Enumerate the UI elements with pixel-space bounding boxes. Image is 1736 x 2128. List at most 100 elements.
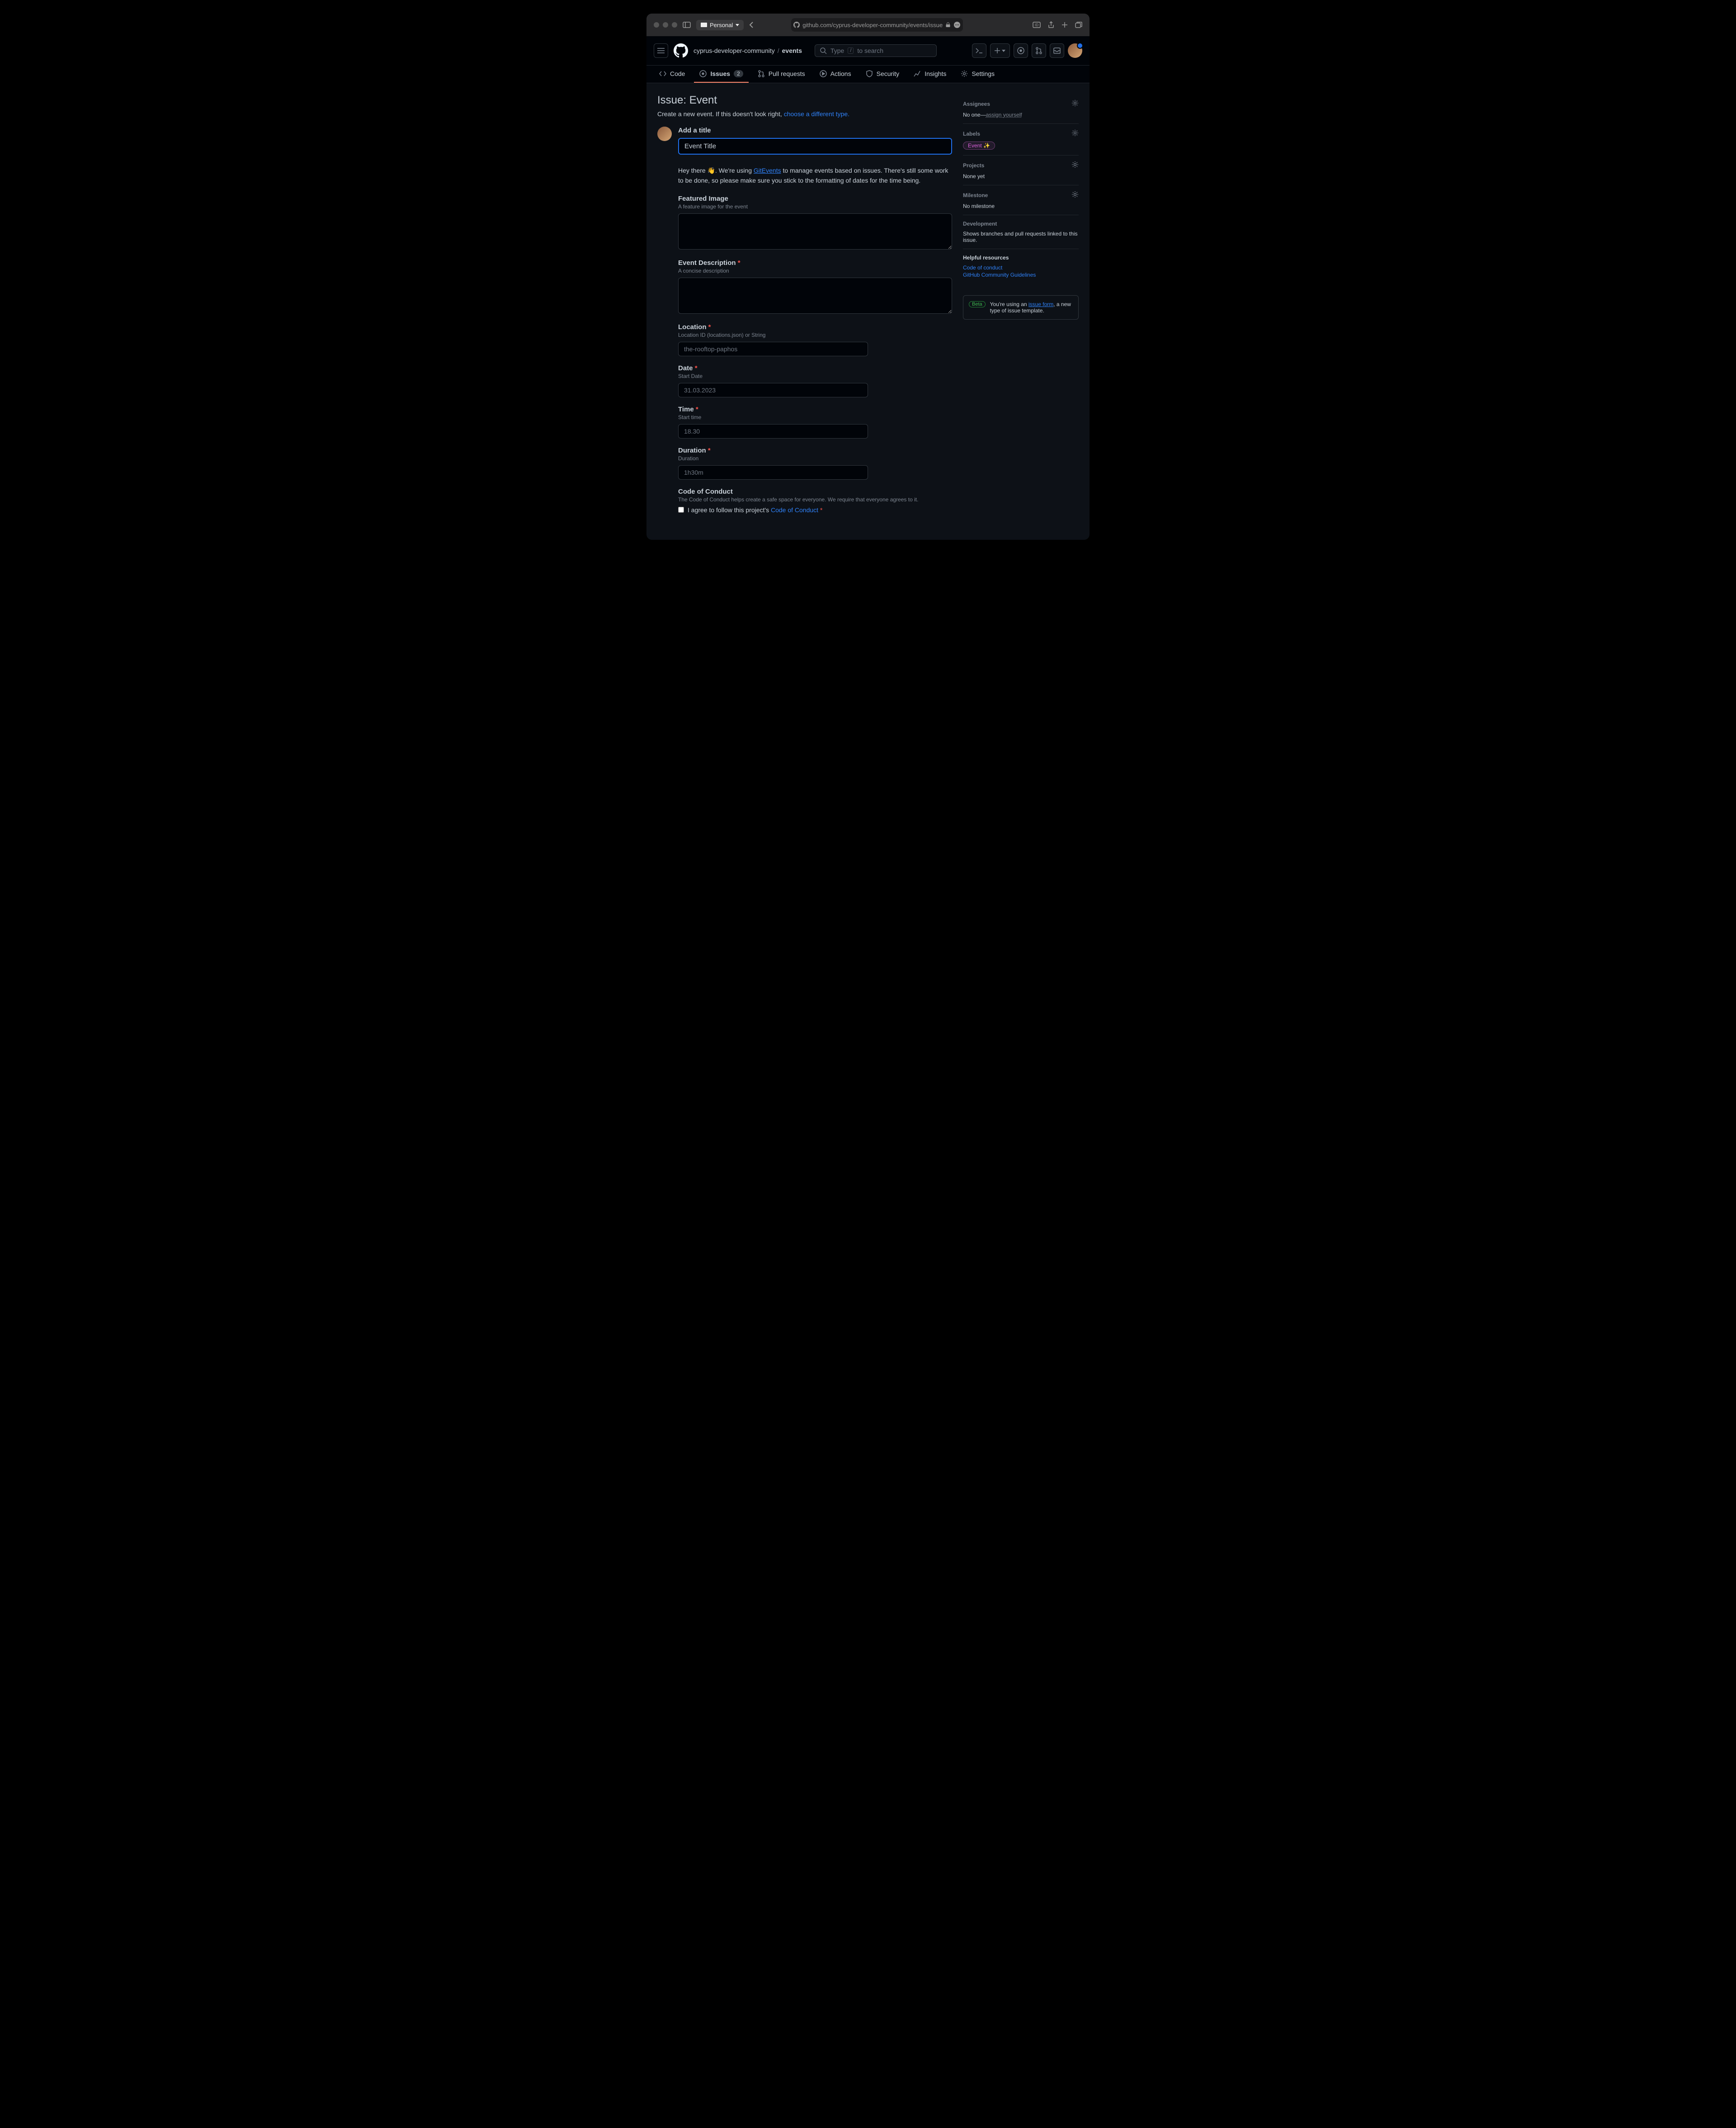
maximize-window-button[interactable] — [672, 22, 677, 28]
page-subtitle: Create a new event. If this doesn't look… — [657, 110, 952, 118]
issues-button[interactable] — [1014, 43, 1028, 58]
tab-actions[interactable]: Actions — [814, 66, 857, 83]
title-label: Add a title — [678, 127, 952, 134]
location-desc: Location ID (locations.json) or String — [678, 332, 952, 338]
author-avatar — [657, 127, 672, 141]
app-window: Personal github.com/cyprus-developer-com… — [646, 14, 1090, 540]
search-suffix: to search — [857, 47, 883, 54]
featured-image-input[interactable] — [678, 213, 952, 250]
graph-icon — [914, 70, 921, 77]
location-input[interactable] — [678, 342, 868, 356]
milestone-content: No milestone — [963, 203, 1079, 209]
repo-nav: Code Issues 2 Pull requests Actions Secu… — [646, 66, 1090, 83]
inbox-button[interactable] — [1050, 43, 1064, 58]
more-icon[interactable] — [953, 21, 961, 28]
coc-link[interactable]: Code of Conduct — [771, 506, 818, 514]
code-icon — [659, 70, 666, 77]
milestone-title: Milestone — [963, 192, 988, 198]
shield-icon — [866, 70, 873, 77]
tab-code[interactable]: Code — [654, 66, 690, 83]
tab-insights[interactable]: Insights — [908, 66, 952, 83]
labels-gear-icon[interactable] — [1071, 129, 1079, 138]
guidelines-link[interactable]: GitHub Community Guidelines — [963, 272, 1079, 278]
labels-title: Labels — [963, 131, 980, 137]
projects-gear-icon[interactable] — [1071, 161, 1079, 170]
search-prefix: Type — [830, 47, 844, 54]
location-label: Location * — [678, 323, 952, 331]
tab-pulls[interactable]: Pull requests — [752, 66, 811, 83]
time-input[interactable] — [678, 424, 868, 439]
coc-checkbox-row[interactable]: I agree to follow this project's Code of… — [678, 506, 952, 514]
assign-yourself-link[interactable]: assign yourself — [986, 112, 1022, 118]
date-input[interactable] — [678, 383, 868, 397]
lock-icon — [945, 22, 951, 28]
duration-label: Duration * — [678, 447, 952, 454]
reader-icon[interactable]: ID — [1033, 21, 1041, 28]
featured-image-desc: A feature image for the event — [678, 203, 952, 210]
breadcrumb-owner[interactable]: cyprus-developer-community — [693, 47, 775, 54]
sidebar: Assignees No one—assign yourself Labels … — [963, 94, 1079, 522]
close-window-button[interactable] — [654, 22, 659, 28]
browser-profile-button[interactable]: Personal — [696, 20, 744, 30]
tab-security[interactable]: Security — [860, 66, 905, 83]
breadcrumb-sep: / — [778, 47, 779, 54]
play-icon — [820, 70, 827, 77]
development-title: Development — [963, 221, 997, 227]
browser-bar: Personal github.com/cyprus-developer-com… — [646, 14, 1090, 36]
github-logo[interactable] — [674, 43, 688, 58]
resources-title: Helpful resources — [963, 255, 1079, 261]
beta-callout: Beta You're using an issue form, a new t… — [963, 295, 1079, 320]
description-desc: A concise description — [678, 268, 952, 274]
description-input[interactable] — [678, 278, 952, 314]
development-content: Shows branches and pull requests linked … — [963, 231, 1079, 243]
coc-checkbox[interactable] — [678, 507, 684, 513]
search-kbd: / — [848, 47, 854, 54]
sidebar-toggle-icon[interactable] — [683, 22, 691, 28]
intro-text: Hey there 👋. We're using GitEvents to ma… — [678, 165, 952, 186]
browser-profile-label: Personal — [710, 22, 733, 28]
hamburger-menu[interactable] — [654, 43, 668, 58]
assignees-gear-icon[interactable] — [1071, 99, 1079, 108]
share-icon[interactable] — [1048, 21, 1054, 28]
duration-input[interactable] — [678, 465, 868, 480]
issues-counter: 2 — [734, 70, 743, 77]
choose-type-link[interactable]: choose a different type. — [784, 110, 849, 118]
search-input[interactable]: Type / to search — [815, 44, 937, 57]
tabs-icon[interactable] — [1075, 21, 1082, 28]
create-new-button[interactable] — [990, 43, 1010, 58]
minimize-window-button[interactable] — [663, 22, 668, 28]
issue-form-link[interactable]: issue form — [1028, 301, 1053, 307]
description-label: Event Description * — [678, 259, 952, 267]
milestone-gear-icon[interactable] — [1071, 191, 1079, 199]
coc-desc: The Code of Conduct helps create a safe … — [678, 496, 952, 503]
tab-issues[interactable]: Issues 2 — [694, 66, 748, 83]
svg-text:ID: ID — [1035, 23, 1038, 27]
assignees-content: No one—assign yourself — [963, 112, 1079, 118]
coc-label: Code of Conduct — [678, 488, 952, 495]
beta-badge: Beta — [969, 301, 986, 307]
gear-icon — [961, 70, 968, 77]
date-label: Date * — [678, 364, 952, 372]
title-input[interactable] — [678, 138, 952, 155]
url-bar[interactable]: github.com/cyprus-developer-community/ev… — [791, 18, 963, 32]
main-layout: Issue: Event Create a new event. If this… — [646, 83, 1090, 540]
page-title: Issue: Event — [657, 94, 952, 107]
issue-icon — [699, 70, 707, 77]
projects-title: Projects — [963, 162, 984, 169]
coc-resource-link[interactable]: Code of conduct — [963, 264, 1079, 271]
date-desc: Start Date — [678, 373, 952, 379]
label-pill-event[interactable]: Event ✨ — [963, 142, 995, 150]
time-desc: Start time — [678, 414, 952, 420]
pull-requests-button[interactable] — [1032, 43, 1046, 58]
user-avatar[interactable] — [1068, 43, 1082, 58]
github-header: cyprus-developer-community / events Type… — [646, 36, 1090, 66]
time-label: Time * — [678, 406, 952, 413]
breadcrumb-repo[interactable]: events — [782, 47, 802, 54]
new-tab-icon[interactable] — [1061, 21, 1068, 28]
command-palette-button[interactable] — [972, 43, 986, 58]
tab-settings[interactable]: Settings — [955, 66, 1000, 83]
gitevents-link[interactable]: GitEvents — [754, 167, 781, 174]
url-text: github.com/cyprus-developer-community/ev… — [802, 22, 943, 28]
traffic-lights[interactable] — [654, 22, 677, 28]
back-button[interactable] — [749, 21, 754, 28]
